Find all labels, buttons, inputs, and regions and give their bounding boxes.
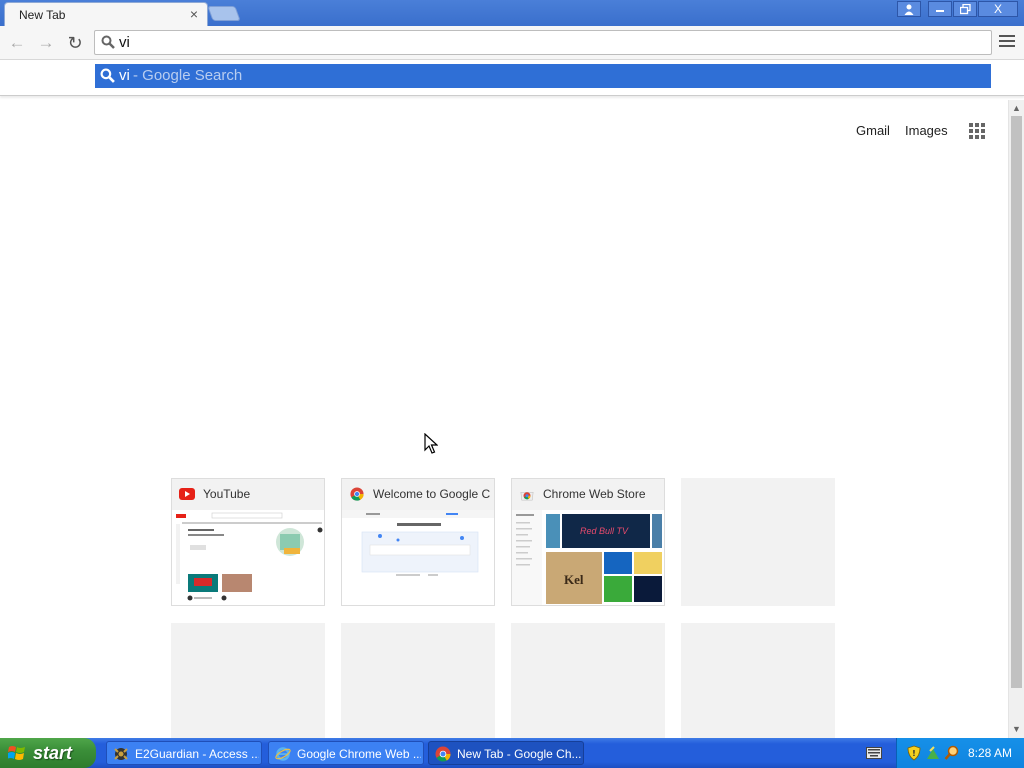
chrome-menu-button[interactable]: [999, 35, 1015, 49]
system-tray: ! 8:28 AM: [896, 738, 1024, 768]
magnifier-icon[interactable]: [944, 745, 960, 761]
restore-icon: [959, 3, 971, 15]
taskbar-item-e2guardian[interactable]: E2Guardian - Access ...: [106, 741, 262, 765]
tile-thumbnail: Red Bull TV Kel: [512, 510, 664, 605]
web-store-banner-logo: Red Bull TV: [580, 526, 629, 536]
search-icon: [101, 35, 115, 49]
mouse-cursor-icon: [424, 433, 438, 454]
user-profile-button[interactable]: [897, 1, 921, 17]
title-bar: New Tab × X: [0, 0, 1024, 26]
youtube-icon: [179, 488, 195, 500]
tile-thumbnail: [172, 510, 324, 605]
minimize-icon: [936, 10, 944, 12]
tile-header: YouTube: [172, 479, 324, 510]
tab-new-tab[interactable]: New Tab ×: [4, 2, 208, 26]
taskbar-item-chrome-web-store[interactable]: Google Chrome Web ...: [268, 741, 424, 765]
empty-tile: [681, 478, 835, 606]
gmail-link[interactable]: Gmail: [856, 123, 890, 138]
web-store-art-logo: Kel: [564, 572, 584, 587]
tile-label: Welcome to Google C: [373, 487, 491, 501]
minimize-button[interactable]: [928, 1, 952, 17]
reload-button[interactable]: ↻: [65, 33, 85, 53]
most-visited-tile[interactable]: YouTube: [171, 478, 325, 606]
chrome-icon: [435, 746, 451, 762]
tile-thumbnail: [342, 510, 494, 605]
chrome-icon: [350, 487, 364, 501]
taskbar-item-label: New Tab - Google Ch...: [457, 747, 581, 761]
omnibox-input[interactable]: [119, 33, 979, 52]
restore-button[interactable]: [953, 1, 977, 17]
taskbar-item-label: Google Chrome Web ...: [297, 747, 421, 761]
windows-taskbar: start E2Guardian - Access ... Google Chr…: [0, 738, 1024, 768]
web-store-thumbnail: Red Bull TV Kel: [512, 510, 664, 605]
security-shield-icon[interactable]: !: [906, 745, 922, 761]
suggestion-description: - Google Search: [133, 67, 243, 84]
keyboard-icon[interactable]: [866, 747, 882, 759]
empty-tile: [171, 623, 325, 739]
start-button[interactable]: start: [0, 738, 96, 768]
taskbar-item-label: E2Guardian - Access ...: [135, 747, 259, 761]
new-tab-page: Gmail Images YouTube Welcome to Google C…: [0, 100, 1008, 739]
page-scrollbar[interactable]: ▲ ▼: [1008, 100, 1024, 738]
taskbar-clock: 8:28 AM: [968, 746, 1013, 760]
tab-title: New Tab: [19, 8, 66, 22]
forward-button[interactable]: →: [36, 33, 56, 53]
empty-tile: [511, 623, 665, 739]
images-link[interactable]: Images: [905, 123, 948, 138]
apps-grid-icon[interactable]: [969, 123, 985, 139]
omnibox-suggestions: vi - Google Search: [0, 60, 1024, 96]
new-tab-button[interactable]: [207, 6, 241, 21]
search-icon: [100, 68, 115, 83]
tile-header: Chrome Web Store: [512, 479, 664, 510]
taskbar-item-new-tab[interactable]: New Tab - Google Ch...: [428, 741, 584, 765]
tile-header: Welcome to Google C: [342, 479, 494, 510]
windows-logo-icon: [8, 746, 25, 760]
start-label: start: [33, 743, 73, 763]
internet-explorer-icon: [275, 747, 291, 761]
chrome-web-store-icon: [520, 491, 534, 501]
suggestion-google-search[interactable]: vi - Google Search: [95, 64, 991, 88]
most-visited-tile[interactable]: Welcome to Google C: [341, 478, 495, 606]
person-icon: [904, 4, 914, 15]
e2guardian-icon: [114, 748, 128, 760]
scroll-up-arrow-icon[interactable]: ▲: [1012, 103, 1021, 113]
tile-label: YouTube: [203, 487, 251, 501]
welcome-page-thumbnail: [342, 510, 494, 605]
forward-arrow-icon: →: [37, 33, 55, 52]
browser-toolbar: ← → ↻: [0, 26, 1024, 60]
close-icon: X: [993, 2, 1002, 16]
suggestion-query: vi: [119, 67, 130, 84]
most-visited-tile[interactable]: Chrome Web Store Red Bull TV Kel: [511, 478, 665, 606]
tab-close-icon[interactable]: ×: [190, 6, 198, 22]
back-button[interactable]: ←: [7, 33, 27, 53]
empty-tile: [341, 623, 495, 739]
back-arrow-icon: ←: [8, 33, 26, 52]
scroll-down-arrow-icon[interactable]: ▼: [1012, 724, 1021, 734]
omnibox[interactable]: [94, 30, 992, 55]
close-window-button[interactable]: X: [978, 1, 1018, 17]
empty-tile: [681, 623, 835, 739]
tile-label: Chrome Web Store: [543, 487, 646, 501]
reload-icon: ↻: [67, 33, 83, 53]
network-icon[interactable]: [925, 745, 941, 761]
youtube-page-thumbnail: [172, 510, 324, 605]
scroll-thumb[interactable]: [1011, 116, 1022, 688]
svg-text:!: !: [912, 749, 916, 758]
